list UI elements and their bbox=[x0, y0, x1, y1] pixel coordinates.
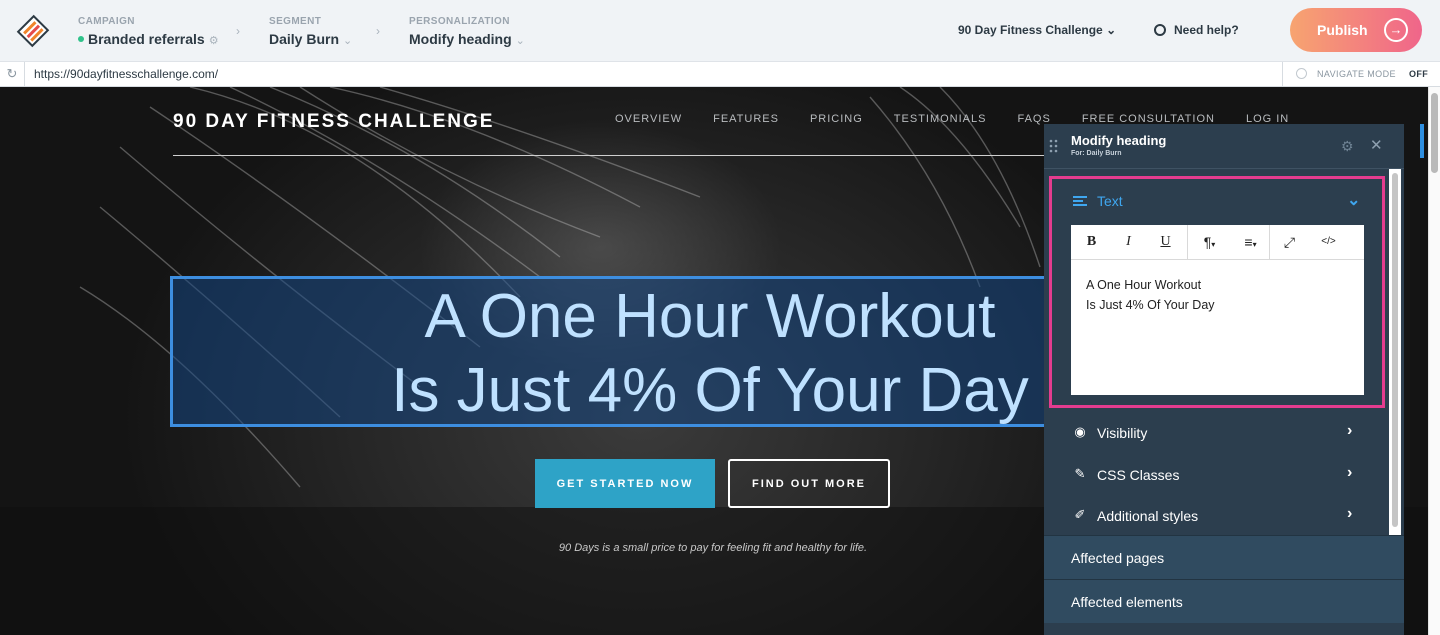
brush-icon: ✎ bbox=[1074, 466, 1086, 481]
panel-edge-indicator bbox=[1420, 124, 1424, 158]
toolbar-divider bbox=[1187, 225, 1188, 259]
status-dot bbox=[78, 36, 84, 43]
chevron-right-icon: › bbox=[376, 24, 380, 38]
breadcrumb-campaign[interactable]: CAMPAIGN Branded referrals ⚙ bbox=[78, 16, 219, 47]
eye-icon: ◉ bbox=[1074, 424, 1086, 439]
panel-header: Modify heading For: Daily Burn ⚙ ✕ bbox=[1044, 124, 1404, 169]
get-started-button[interactable]: GET STARTED NOW bbox=[535, 459, 715, 508]
italic-button[interactable]: I bbox=[1110, 225, 1147, 259]
breadcrumb-label: SEGMENT bbox=[269, 16, 322, 27]
scrollbar-thumb[interactable] bbox=[1431, 93, 1438, 173]
drag-handle-icon[interactable] bbox=[1049, 139, 1059, 153]
caret-down-icon: ▾ bbox=[1252, 240, 1257, 249]
chevron-right-icon: › bbox=[1347, 505, 1353, 522]
gear-icon[interactable]: ⚙ bbox=[1341, 138, 1354, 155]
chevron-down-icon: ⌄ bbox=[1106, 23, 1117, 37]
panel-title: Modify heading bbox=[1071, 133, 1167, 148]
text-section-header[interactable]: Text ⌄ bbox=[1052, 179, 1382, 223]
expand-icon[interactable]: ⤢ bbox=[1271, 225, 1308, 259]
rich-text-editor: B I U ¶▾ ≡▾ ⤢ </> A One Hour Workout Is … bbox=[1071, 225, 1364, 395]
page-scrollbar[interactable] bbox=[1428, 87, 1440, 635]
navigate-mode-state: OFF bbox=[1409, 69, 1429, 79]
breadcrumb-label: PERSONALIZATION bbox=[409, 16, 510, 27]
find-out-more-button[interactable]: FIND OUT MORE bbox=[728, 459, 890, 508]
gear-icon[interactable]: ⚙ bbox=[209, 35, 219, 47]
panel-scrollbar[interactable] bbox=[1389, 169, 1401, 535]
toolbar-divider bbox=[1269, 225, 1270, 259]
hero-tagline[interactable]: 90 Days is a small price to pay for feel… bbox=[513, 542, 913, 554]
publish-button[interactable]: Publish → bbox=[1290, 8, 1422, 52]
close-icon[interactable]: ✕ bbox=[1370, 136, 1383, 154]
pencil-icon: ✐ bbox=[1074, 507, 1086, 522]
breadcrumb-value: Daily Burn bbox=[269, 31, 340, 47]
align-left-icon bbox=[1073, 196, 1087, 206]
chevron-down-icon[interactable]: ⌄ bbox=[343, 35, 352, 47]
crosshair-icon bbox=[1296, 68, 1307, 79]
breadcrumb-value: Modify heading bbox=[409, 31, 512, 47]
arrow-right-icon: → bbox=[1384, 18, 1408, 42]
modify-heading-panel: Modify heading For: Daily Burn ⚙ ✕ Text … bbox=[1044, 124, 1404, 635]
url-field[interactable]: https://90dayfitnesschallenge.com/ bbox=[34, 67, 218, 81]
nav-item-overview[interactable]: OVERVIEW bbox=[615, 113, 682, 125]
affected-elements-row[interactable]: Affected elements bbox=[1044, 579, 1404, 623]
caret-down-icon: ▾ bbox=[1211, 240, 1216, 249]
top-bar: CAMPAIGN Branded referrals ⚙ › SEGMENT Da… bbox=[0, 0, 1440, 62]
scrollbar-thumb[interactable] bbox=[1392, 173, 1398, 527]
app-logo[interactable] bbox=[16, 14, 50, 48]
editor-textarea[interactable]: A One Hour Workout Is Just 4% Of Your Da… bbox=[1086, 275, 1215, 315]
nav-item-pricing[interactable]: PRICING bbox=[810, 113, 863, 125]
text-section: Text ⌄ B I U ¶▾ ≡▾ ⤢ </> A One Hour Work… bbox=[1049, 176, 1385, 408]
chevron-down-icon: ⌄ bbox=[1347, 192, 1361, 209]
nav-item-testimonials[interactable]: TESTIMONIALS bbox=[894, 113, 987, 125]
affected-pages-row[interactable]: Affected pages bbox=[1044, 535, 1404, 579]
nav-item-features[interactable]: FEATURES bbox=[713, 113, 779, 125]
chevron-down-icon[interactable]: ⌄ bbox=[516, 35, 525, 47]
navigate-mode-toggle[interactable]: NAVIGATE MODE OFF bbox=[1282, 62, 1440, 86]
chevron-right-icon: › bbox=[1347, 422, 1353, 439]
chevron-right-icon: › bbox=[1347, 464, 1353, 481]
divider bbox=[173, 155, 1073, 156]
site-title[interactable]: 90 DAY FITNESS CHALLENGE bbox=[173, 111, 494, 133]
visibility-section[interactable]: ◉ Visibility › bbox=[1044, 413, 1389, 453]
code-view-button[interactable]: </> bbox=[1310, 225, 1347, 259]
bold-button[interactable]: B bbox=[1073, 225, 1110, 259]
underline-button[interactable]: U bbox=[1147, 225, 1184, 259]
site-selector[interactable]: 90 Day Fitness Challenge ⌄ bbox=[958, 23, 1116, 37]
panel-subtitle: For: Daily Burn bbox=[1071, 150, 1122, 157]
lifebuoy-icon bbox=[1154, 24, 1166, 36]
additional-styles-section[interactable]: ✐ Additional styles › bbox=[1044, 496, 1389, 536]
chevron-right-icon: › bbox=[236, 24, 240, 38]
align-dropdown[interactable]: ≡▾ bbox=[1232, 225, 1269, 259]
help-link[interactable]: Need help? bbox=[1154, 23, 1239, 37]
breadcrumb-segment[interactable]: SEGMENT Daily Burn ⌄ bbox=[269, 16, 352, 47]
paragraph-dropdown[interactable]: ¶▾ bbox=[1191, 225, 1228, 259]
url-bar: ↻ https://90dayfitnesschallenge.com/ NAV… bbox=[0, 62, 1440, 87]
breadcrumb-value: Branded referrals bbox=[88, 31, 205, 47]
reload-icon[interactable]: ↻ bbox=[0, 62, 25, 86]
publish-label: Publish bbox=[1317, 22, 1368, 38]
breadcrumb-personalization[interactable]: PERSONALIZATION Modify heading ⌄ bbox=[409, 16, 525, 47]
css-classes-section[interactable]: ✎ CSS Classes › bbox=[1044, 455, 1389, 495]
breadcrumb-label: CAMPAIGN bbox=[78, 16, 135, 27]
editor-toolbar: B I U ¶▾ ≡▾ ⤢ </> bbox=[1071, 225, 1364, 260]
